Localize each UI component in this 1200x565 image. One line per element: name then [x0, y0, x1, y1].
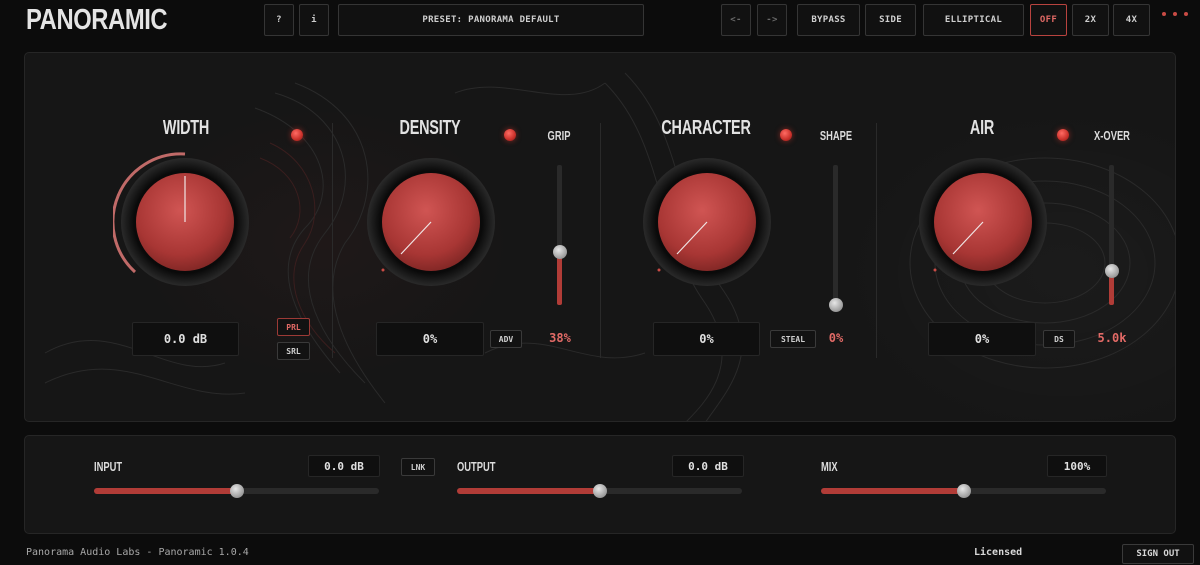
- xover-value: 5.0k: [1097, 331, 1127, 345]
- xover-title: X-OVER: [1094, 128, 1130, 143]
- width-enable-led[interactable]: [291, 129, 303, 141]
- shape-value: 0%: [828, 331, 844, 345]
- grip-slider-fill: [557, 251, 562, 305]
- width-knob[interactable]: [113, 150, 257, 294]
- character-knob[interactable]: [635, 150, 779, 294]
- character-value[interactable]: 0%: [653, 322, 760, 356]
- mix-slider-fill: [821, 488, 964, 494]
- input-slider-fill: [94, 488, 237, 494]
- footer-company: Panorama Audio Labs - Panoramic 1.0.4: [26, 547, 249, 558]
- density-enable-led[interactable]: [504, 129, 516, 141]
- grip-title: GRIP: [547, 128, 571, 143]
- mix-label: MIX: [821, 459, 838, 474]
- air-value[interactable]: 0%: [928, 322, 1036, 356]
- output-label: OUTPUT: [457, 459, 496, 474]
- side-button[interactable]: SIDE: [865, 4, 916, 36]
- shape-slider-track[interactable]: [833, 165, 838, 305]
- width-value[interactable]: 0.0 dB: [132, 322, 239, 356]
- density-title: DENSITY: [399, 117, 461, 139]
- section-divider: [876, 123, 877, 358]
- app-logo: PANORAMIC: [26, 4, 168, 36]
- density-knob[interactable]: [359, 150, 503, 294]
- signout-button[interactable]: SIGN OUT: [1122, 544, 1194, 564]
- oversample-off-button[interactable]: OFF: [1030, 4, 1067, 36]
- mix-value[interactable]: 100%: [1047, 455, 1107, 477]
- section-divider: [332, 123, 333, 358]
- output-slider-thumb[interactable]: [592, 484, 607, 498]
- bypass-button[interactable]: BYPASS: [797, 4, 860, 36]
- grip-value: 38%: [549, 331, 571, 345]
- air-title: AIR: [969, 117, 995, 139]
- more-menu-icon[interactable]: [1162, 12, 1188, 16]
- shape-slider-thumb[interactable]: [829, 298, 843, 312]
- air-knob[interactable]: [911, 150, 1055, 294]
- oversample-2x-button[interactable]: 2X: [1072, 4, 1109, 36]
- help-button[interactable]: ?: [264, 4, 294, 36]
- grip-slider-thumb[interactable]: [553, 244, 567, 259]
- preset-prev-button[interactable]: <-: [721, 4, 751, 36]
- preset-next-button[interactable]: ->: [757, 4, 787, 36]
- mix-slider-thumb[interactable]: [956, 484, 971, 498]
- ds-button[interactable]: DS: [1043, 330, 1075, 348]
- character-enable-led[interactable]: [780, 129, 792, 141]
- character-title: CHARACTER: [661, 117, 751, 139]
- mode-selector[interactable]: ELLIPTICAL: [923, 4, 1024, 36]
- srl-button[interactable]: SRL: [277, 342, 310, 360]
- license-status: Licensed: [974, 547, 1023, 558]
- air-enable-led[interactable]: [1057, 129, 1069, 141]
- info-button[interactable]: i: [299, 4, 329, 36]
- density-value[interactable]: 0%: [376, 322, 484, 356]
- width-title: WIDTH: [162, 117, 210, 139]
- input-value[interactable]: 0.0 dB: [308, 455, 380, 477]
- output-value[interactable]: 0.0 dB: [672, 455, 744, 477]
- prl-button[interactable]: PRL: [277, 318, 310, 336]
- output-slider-fill: [457, 488, 600, 494]
- oversample-4x-button[interactable]: 4X: [1113, 4, 1150, 36]
- input-label: INPUT: [94, 459, 123, 474]
- input-slider-thumb[interactable]: [229, 484, 244, 498]
- link-button[interactable]: LNK: [401, 458, 435, 476]
- section-divider: [600, 123, 601, 358]
- shape-title: SHAPE: [819, 128, 853, 143]
- preset-selector[interactable]: PRESET: PANORAMA DEFAULT: [338, 4, 644, 36]
- adv-button[interactable]: ADV: [490, 330, 522, 348]
